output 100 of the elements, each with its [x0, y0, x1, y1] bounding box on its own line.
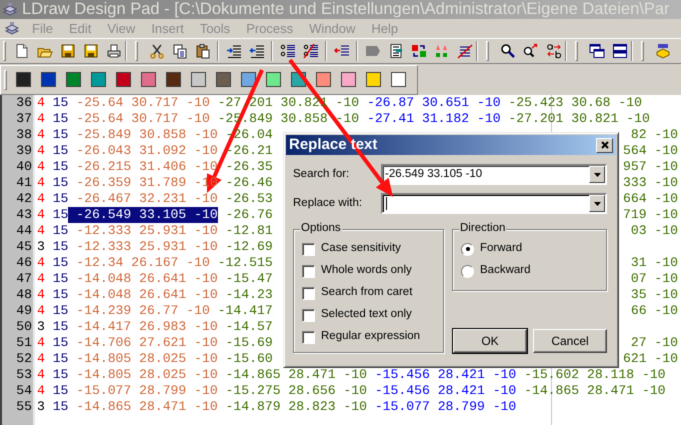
code-token: 4 — [37, 207, 45, 223]
close-icon — [600, 140, 610, 150]
code-token: -25.849 30.858 -10 — [76, 127, 218, 143]
color-swatch[interactable] — [41, 72, 56, 87]
line-number: 41 — [16, 175, 32, 191]
code-token: 82 -10 — [630, 127, 679, 143]
crossed-out-icon[interactable] — [456, 43, 472, 59]
toolbar-grip[interactable] — [3, 41, 6, 61]
color-swatch[interactable] — [91, 72, 106, 87]
checkbox[interactable] — [302, 286, 315, 300]
save-icon[interactable] — [60, 43, 76, 59]
save-all-icon[interactable] — [82, 43, 98, 59]
code-token: -12.333 25.931 -10 — [76, 239, 218, 255]
code-token: -12.515 — [218, 255, 273, 271]
outdent-icon[interactable] — [248, 43, 264, 59]
dialog-button[interactable]: Cancel — [533, 329, 607, 353]
checkbox-label[interactable]: Regular expression — [321, 330, 420, 344]
dialog-button[interactable]: OK — [453, 329, 527, 353]
code-token: 15 — [52, 127, 68, 143]
document-list-icon[interactable] — [388, 43, 404, 59]
color-swatch[interactable] — [191, 72, 206, 87]
checkbox[interactable] — [302, 242, 315, 256]
color-swatch[interactable] — [341, 72, 356, 87]
checkbox-label[interactable]: Whole words only — [321, 264, 412, 278]
tile-windows-icon[interactable] — [612, 43, 628, 59]
color-swatch[interactable] — [116, 72, 131, 87]
replace-icon[interactable] — [546, 43, 562, 59]
radio-label[interactable]: Backward — [480, 264, 530, 278]
radio-label[interactable]: Forward — [480, 242, 522, 256]
pentagon-icon[interactable] — [364, 43, 380, 59]
color-swatch[interactable] — [166, 72, 181, 87]
checkbox[interactable] — [302, 330, 315, 344]
color-swatch[interactable] — [391, 72, 406, 87]
print-icon[interactable] — [106, 43, 122, 59]
code-token: 333 -10 — [622, 175, 679, 191]
code-token: 4 — [37, 143, 45, 159]
text-cursor — [386, 197, 387, 210]
cascade-windows-icon[interactable] — [588, 43, 604, 59]
swap-arrows-icon[interactable] — [410, 43, 426, 59]
code-token: -14.417 — [218, 303, 273, 319]
color-swatch[interactable] — [316, 72, 331, 87]
checkbox-label[interactable]: Selected text only — [321, 308, 412, 322]
line-number: 38 — [16, 127, 32, 143]
code-token: 4 — [37, 351, 45, 367]
toolbar-grip[interactable] — [641, 41, 644, 61]
indent-icon[interactable] — [226, 43, 242, 59]
code-token: -14.048 26.641 -10 — [76, 271, 218, 287]
color-swatch[interactable] — [241, 72, 256, 87]
code-token: 4 — [37, 191, 45, 207]
code-token: 66 -10 — [630, 303, 679, 319]
checkbox[interactable] — [302, 308, 315, 322]
color-swatch[interactable] — [141, 72, 156, 87]
checkbox[interactable] — [302, 264, 315, 278]
app-icon — [2, 2, 18, 18]
crossed-list-icon[interactable] — [302, 43, 318, 59]
close-button[interactable] — [596, 138, 613, 152]
code-token: -12.34 26.167 -10 — [76, 255, 210, 271]
code-token: 4 — [37, 127, 45, 143]
color-swatch[interactable] — [366, 72, 381, 87]
code-token: 4 — [37, 223, 45, 239]
dropdown-button[interactable] — [589, 195, 605, 212]
combo-box[interactable] — [381, 193, 607, 214]
radio-button[interactable] — [461, 242, 474, 256]
brick-icon[interactable] — [654, 43, 670, 59]
checkbox-label[interactable]: Search from caret — [321, 286, 412, 300]
color-swatch[interactable] — [216, 72, 231, 87]
code-token: -14.57 — [226, 319, 273, 335]
code-token: 15 — [52, 255, 68, 271]
combo-box[interactable]: -26.549 33.105 -10 — [381, 164, 607, 185]
radio-button[interactable] — [461, 264, 474, 278]
code-token: 3 — [37, 239, 45, 255]
code-token: 719 -10 — [622, 207, 679, 223]
code-token: -14.706 27.621 -10 — [76, 335, 218, 351]
code-token: 15 — [52, 287, 68, 303]
numbered-list-icon[interactable] — [280, 43, 296, 59]
find-next-icon[interactable] — [522, 43, 538, 59]
color-swatch[interactable] — [266, 72, 281, 87]
checkbox-label[interactable]: Case sensitivity — [321, 242, 401, 256]
cut-icon[interactable] — [148, 43, 164, 59]
code-token: -12.69 — [226, 239, 273, 255]
new-file-icon[interactable] — [14, 43, 30, 59]
toolbar-grip[interactable] — [486, 41, 489, 61]
color-swatch[interactable] — [16, 72, 31, 87]
code-token: -14.048 26.641 -10 — [76, 287, 218, 303]
toolbar-grip[interactable] — [135, 41, 138, 61]
toolbar-grip[interactable] — [575, 41, 578, 61]
code-token: 15 — [52, 399, 68, 415]
code-token: 957 -10 — [622, 159, 679, 175]
code-token: 4 — [37, 111, 45, 127]
dropdown-button[interactable] — [589, 166, 605, 183]
colored-blocks-icon[interactable] — [434, 43, 450, 59]
app-icon[interactable] — [4, 20, 20, 36]
code-token: -14.865 28.471 -10 — [226, 367, 367, 383]
search-icon[interactable] — [500, 43, 516, 59]
code-token: -14.23 — [226, 287, 273, 303]
color-swatch[interactable] — [66, 72, 81, 87]
copy-icon[interactable] — [172, 43, 188, 59]
code-token: -26.215 31.406 -10 — [76, 159, 218, 175]
paste-icon[interactable] — [194, 43, 210, 59]
toolbar-grip[interactable] — [4, 70, 7, 90]
